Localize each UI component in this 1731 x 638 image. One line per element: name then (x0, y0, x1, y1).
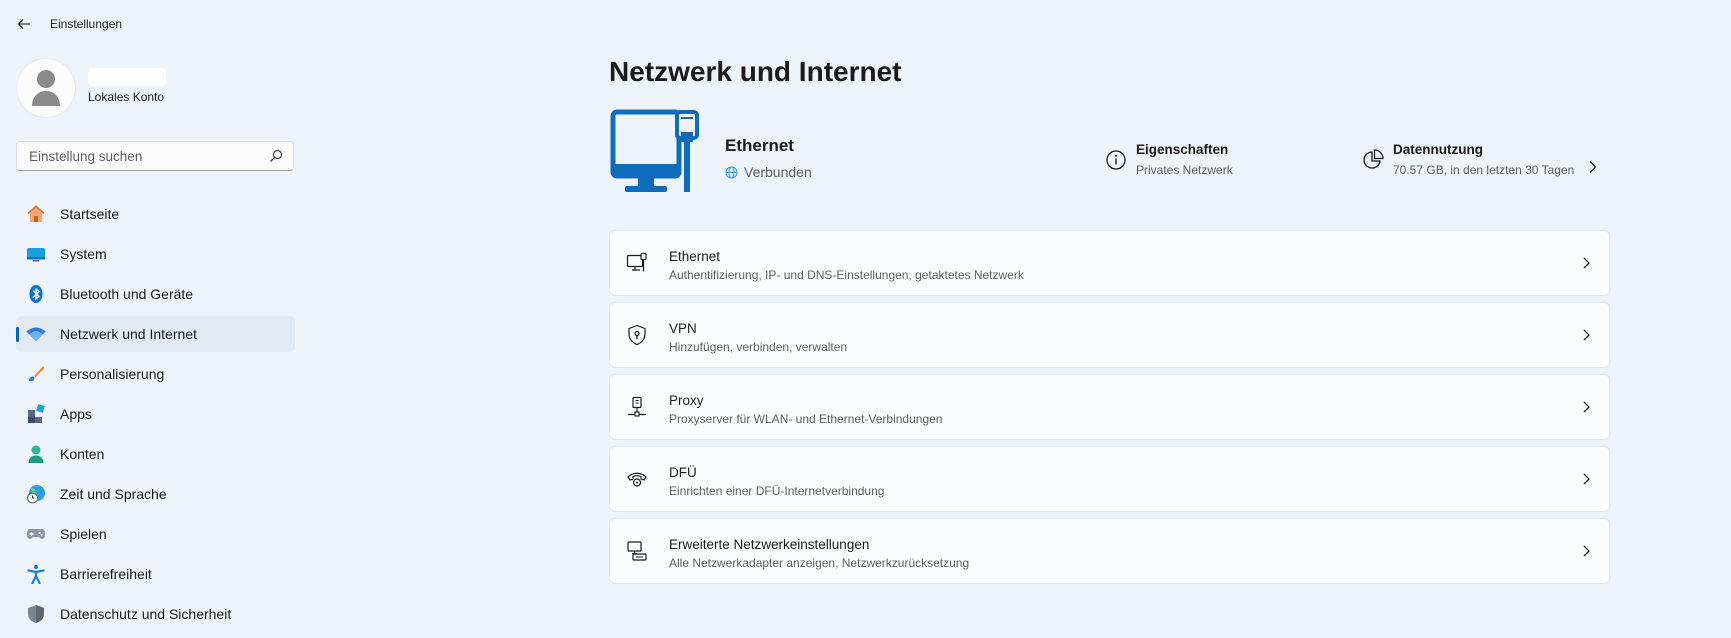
sidebar-item-startseite[interactable]: Startseite (16, 196, 295, 232)
sidebar-item-barrierefreiheit[interactable]: Barrierefreiheit (16, 556, 295, 592)
sidebar-item-label: Startseite (60, 206, 120, 222)
chevron-right-icon (1583, 545, 1590, 557)
connection-name: Ethernet (725, 136, 794, 155)
sidebar-item-bluetooth[interactable]: Bluetooth und Geräte (16, 276, 295, 312)
proxy-icon (628, 396, 646, 417)
sidebar-item-label: Netzwerk und Internet (60, 326, 197, 342)
sidebar-item-label: Zeit und Sprache (60, 486, 167, 502)
card-title: Erweiterte Netzwerkeinstellungen (669, 537, 870, 552)
account-type-label: Lokales Konto (88, 90, 165, 104)
info-icon (1106, 150, 1126, 170)
monitor-icon (26, 244, 46, 264)
pie-chart-icon (1363, 149, 1384, 169)
chevron-right-icon (1583, 257, 1590, 269)
data-usage-subtitle: 70.57 GB, in den letzten 30 Tagen (1393, 163, 1575, 177)
title-bar: Einstellungen (0, 0, 1731, 48)
brush-icon (26, 364, 46, 384)
sidebar-item-system[interactable]: System (16, 236, 295, 272)
data-usage-link[interactable]: Datennutzung 70.57 GB, in den letzten 30… (1361, 142, 1598, 192)
sidebar-item-zeit[interactable]: Zeit und Sprache (16, 476, 295, 512)
card-subtitle: Authentifizierung, IP- und DNS-Einstellu… (669, 268, 1024, 282)
profile-name-redacted (88, 68, 166, 86)
properties-title: Eigenschaften (1136, 142, 1229, 157)
card-subtitle: Proxyserver für WLAN- und Ethernet-Verbi… (669, 412, 943, 426)
user-avatar-icon (32, 70, 60, 106)
card-title: Proxy (669, 393, 704, 408)
card-subtitle: Hinzufügen, verbinden, verwalten (669, 340, 848, 354)
ethernet-icon (626, 252, 647, 272)
accessibility-icon (26, 564, 46, 584)
card-advanced-network[interactable]: Erweiterte Netzwerkeinstellungen Alle Ne… (609, 518, 1610, 584)
card-dfu[interactable]: DFÜ Einrichten einer DFÜ-Internetverbind… (609, 446, 1610, 512)
card-title: Ethernet (669, 249, 721, 264)
chevron-right-icon (1583, 473, 1590, 485)
data-usage-title: Datennutzung (1393, 142, 1483, 157)
wifi-icon (26, 324, 46, 344)
person-icon (26, 444, 46, 464)
apps-icon (26, 404, 46, 424)
shield-icon (26, 604, 46, 624)
search-icon[interactable] (269, 149, 283, 163)
sidebar-item-label: Barrierefreiheit (60, 566, 152, 582)
card-title: VPN (669, 321, 697, 336)
vpn-shield-icon (628, 324, 646, 346)
sidebar-item-spielen[interactable]: Spielen (16, 516, 295, 552)
sidebar-item-label: Bluetooth und Geräte (60, 286, 194, 302)
sidebar-item-konten[interactable]: Konten (16, 436, 295, 472)
connection-header: Ethernet Verbunden Eigenschaften Private… (609, 108, 1609, 208)
card-title: DFÜ (669, 465, 697, 480)
sidebar-item-label: System (60, 246, 107, 262)
card-ethernet[interactable]: Ethernet Authentifizierung, IP- und DNS-… (609, 230, 1610, 296)
home-icon (26, 204, 46, 224)
connection-status-text: Verbunden (744, 164, 812, 180)
page-title: Netzwerk und Internet (609, 56, 902, 87)
sidebar-item-label: Konten (60, 446, 105, 462)
properties-link[interactable]: Eigenschaften Privates Netzwerk (1104, 142, 1233, 192)
sidebar-item-label: Spielen (60, 526, 107, 542)
ethernet-monitor-illustration (610, 109, 699, 192)
sidebar-item-netzwerk[interactable]: Netzwerk und Internet (16, 316, 295, 352)
network-adapter-icon (627, 541, 647, 561)
sidebar-item-apps[interactable]: Apps (16, 396, 295, 432)
globe-icon (725, 166, 738, 178)
settings-cards: Ethernet Authentifizierung, IP- und DNS-… (609, 230, 1610, 590)
back-arrow-icon (17, 19, 30, 29)
user-profile[interactable]: Lokales Konto (16, 56, 296, 118)
dialup-phone-icon (627, 472, 647, 487)
globe-clock-icon (26, 484, 46, 504)
gamepad-icon (26, 524, 46, 544)
properties-subtitle: Privates Netzwerk (1136, 163, 1233, 177)
search-input[interactable] (27, 148, 261, 165)
back-button[interactable] (12, 12, 36, 36)
chevron-right-icon (1589, 161, 1597, 173)
app-title: Einstellungen (50, 17, 123, 31)
chevron-right-icon (1583, 329, 1590, 341)
sidebar-item-personalisierung[interactable]: Personalisierung (16, 356, 295, 392)
card-subtitle: Alle Netzwerkadapter anzeigen, Netzwerkz… (669, 556, 970, 570)
sidebar-item-label: Personalisierung (60, 366, 165, 382)
sidebar-item-datenschutz[interactable]: Datenschutz und Sicherheit (16, 596, 295, 632)
card-vpn[interactable]: VPN Hinzufügen, verbinden, verwalten (609, 302, 1610, 368)
connection-status: Verbunden (725, 164, 812, 180)
chevron-right-icon (1583, 401, 1590, 413)
sidebar-item-label: Datenschutz und Sicherheit (60, 606, 232, 622)
avatar (16, 58, 76, 118)
card-subtitle: Einrichten einer DFÜ-Internetverbindung (669, 484, 885, 498)
settings-search-box[interactable] (16, 141, 294, 171)
card-proxy[interactable]: Proxy Proxyserver für WLAN- und Ethernet… (609, 374, 1610, 440)
sidebar-nav: Startseite System Bluetooth und Geräte N… (16, 196, 296, 636)
sidebar-item-label: Apps (60, 406, 92, 422)
bluetooth-icon (26, 284, 46, 304)
